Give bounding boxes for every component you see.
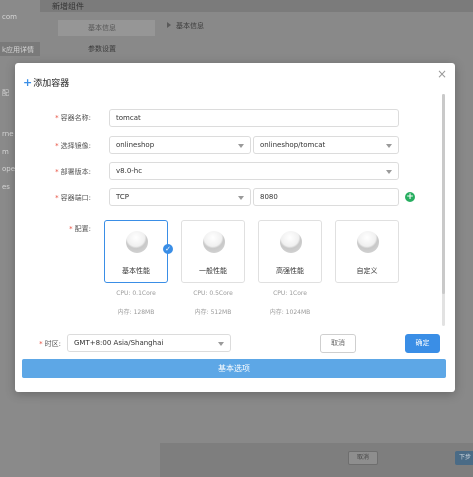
modal-title: +添加容器: [23, 76, 69, 89]
timezone-value: GMT+8:00 Asia/Shanghai: [74, 339, 164, 347]
chevron-down-icon: [386, 170, 392, 174]
container-name-input[interactable]: tomcat: [109, 109, 399, 127]
timezone-select[interactable]: GMT+8:00 Asia/Shanghai: [67, 334, 231, 352]
version-label-text: 部署版本:: [60, 168, 91, 176]
config-label: * 配置:: [35, 224, 91, 234]
required-mark: *: [55, 114, 59, 122]
name-label-text: 容器名称:: [60, 114, 91, 122]
plus-icon: +: [23, 76, 33, 89]
image-select[interactable]: onlineshop/tomcat: [253, 136, 399, 154]
chevron-down-icon: [386, 144, 392, 148]
chevron-down-icon: [218, 342, 224, 346]
nav-item[interactable]: com: [2, 13, 17, 21]
nav-item[interactable]: rne: [2, 130, 14, 138]
mem-spec: 内存: 512MB: [194, 309, 232, 316]
mem-spec: 内存: 1024MB: [269, 309, 311, 316]
name-label: * 容器名称:: [35, 113, 91, 123]
tab-basic-info[interactable]: 基本信息: [58, 20, 155, 36]
version-label: * 部署版本:: [35, 167, 91, 177]
protocol-value: TCP: [116, 193, 129, 201]
top-bar: [40, 0, 473, 12]
config-card-normal[interactable]: 一般性能: [181, 220, 245, 283]
image-label: * 选择镜像:: [35, 141, 91, 151]
modal-header: +添加容器 ×: [15, 63, 455, 99]
cancel-button[interactable]: 取消: [320, 334, 356, 353]
add-port-icon[interactable]: +: [405, 192, 415, 202]
sphere-icon: [126, 231, 148, 253]
basic-options-bar[interactable]: 基本选项: [22, 359, 446, 378]
triangle-icon: [167, 22, 171, 28]
sphere-icon: [357, 231, 379, 253]
section-title-text: 基本信息: [176, 22, 204, 30]
timezone-label: * 时区:: [25, 339, 61, 349]
config-card-label: 基本性能: [122, 267, 150, 275]
nav-item-app-detail[interactable]: k应用详情: [2, 45, 34, 55]
config-label-text: 配置:: [74, 225, 91, 233]
image-label-text: 选择镜像:: [60, 142, 91, 150]
nav-item[interactable]: 配: [2, 88, 9, 98]
footer-bar: [160, 443, 473, 477]
port-input[interactable]: 8080: [253, 188, 399, 206]
image-value: onlineshop/tomcat: [260, 141, 326, 149]
scrollbar-thumb[interactable]: [442, 94, 445, 294]
scrollbar[interactable]: [442, 94, 445, 326]
bg-cancel-button[interactable]: 取消: [348, 451, 378, 465]
page-title: 新增组件: [52, 2, 84, 11]
required-mark: *: [55, 194, 59, 202]
section-title: 基本信息: [167, 21, 204, 31]
modal-title-text: 添加容器: [33, 79, 70, 89]
required-mark: *: [69, 225, 73, 233]
confirm-button[interactable]: 确定: [405, 334, 440, 353]
sphere-icon: [203, 231, 225, 253]
image-repo-value: onlineshop: [116, 141, 155, 149]
version-select[interactable]: v8.0-hc: [109, 162, 399, 180]
timezone-label-text: 时区:: [44, 340, 61, 348]
nav-item[interactable]: ope: [2, 165, 15, 173]
nav-item[interactable]: es: [2, 183, 10, 191]
bg-next-button[interactable]: 下步: [455, 451, 473, 465]
nav-item[interactable]: m: [2, 148, 9, 156]
image-repo-select[interactable]: onlineshop: [109, 136, 251, 154]
chevron-down-icon: [238, 144, 244, 148]
config-card-label: 一般性能: [199, 267, 227, 275]
config-card-custom[interactable]: 自定义: [335, 220, 399, 283]
chevron-down-icon: [238, 196, 244, 200]
cpu-spec: CPU: 0.5Core: [193, 290, 233, 297]
sphere-icon: [280, 231, 302, 253]
protocol-select[interactable]: TCP: [109, 188, 251, 206]
config-card-label: 自定义: [356, 267, 378, 275]
close-icon[interactable]: ×: [437, 67, 447, 81]
required-mark: *: [55, 168, 59, 176]
required-mark: *: [39, 340, 43, 348]
config-card-label: 高强性能: [276, 267, 304, 275]
config-card-basic[interactable]: 基本性能: [104, 220, 168, 283]
version-value: v8.0-hc: [116, 167, 143, 175]
required-mark: *: [55, 142, 59, 150]
add-container-modal: +添加容器 × * 容器名称: tomcat * 选择镜像: onlineshop …: [15, 63, 455, 392]
cpu-spec: CPU: 1Core: [273, 290, 307, 297]
port-label: * 容器端口:: [35, 193, 91, 203]
tab-param-settings[interactable]: 参数设置: [58, 41, 155, 57]
check-icon: ✓: [163, 244, 173, 254]
config-card-high[interactable]: 高强性能: [258, 220, 322, 283]
port-label-text: 容器端口:: [60, 194, 91, 202]
cpu-spec: CPU: 0.1Core: [116, 290, 156, 297]
mem-spec: 内存: 128MB: [117, 309, 155, 316]
